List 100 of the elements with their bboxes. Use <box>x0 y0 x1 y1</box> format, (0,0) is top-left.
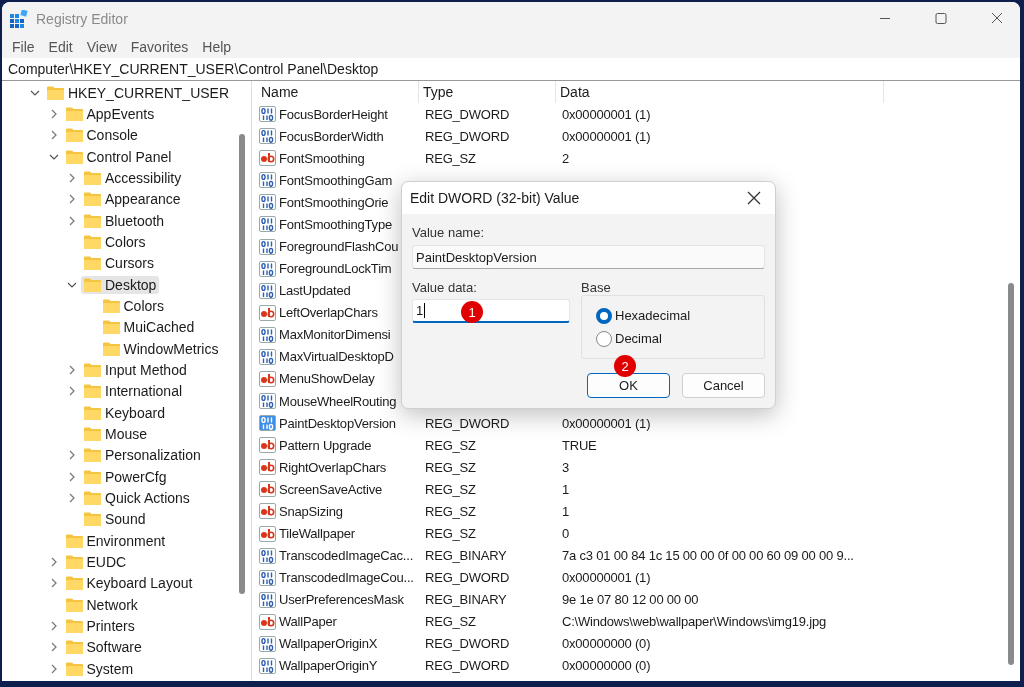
folder-icon <box>84 170 101 185</box>
radio-label[interactable]: Hexadecimal <box>615 308 691 323</box>
menu-item[interactable]: File <box>5 38 42 55</box>
table-cell: UserPreferencesMask <box>279 592 404 608</box>
table-cell: WallPaper <box>279 614 337 630</box>
step-badge: 1 <box>461 301 483 323</box>
table-cell: 9e 1e 07 80 12 00 00 00 <box>562 592 699 608</box>
radio-button[interactable] <box>596 307 612 324</box>
tree-item[interactable]: Printers <box>62 616 138 635</box>
close-icon[interactable] <box>745 189 763 207</box>
tree-item[interactable]: Network <box>62 595 141 614</box>
table-cell: 0x00000001 (1) <box>562 570 651 586</box>
field-label: Value data: <box>412 278 478 297</box>
table-cell: MouseWheelRouting <box>279 393 397 409</box>
tree-item[interactable]: Control Panel <box>62 147 175 166</box>
value-name-field[interactable]: PaintDesktopVersion <box>412 245 765 269</box>
tree-item[interactable]: Personalization <box>81 446 204 465</box>
table-cell: ForegroundFlashCou <box>279 239 399 254</box>
group-label: Base <box>581 278 612 297</box>
folder-icon <box>84 512 101 527</box>
tree-item[interactable]: Mouse <box>81 424 151 443</box>
tree-item[interactable]: PowerCfg <box>81 467 170 486</box>
tree-item[interactable]: Sound <box>81 510 149 529</box>
tree-item[interactable]: HKEY_CURRENT_USER <box>44 83 233 102</box>
field-label: Value name: <box>412 223 486 242</box>
table-cell: REG_SZ <box>425 503 476 519</box>
folder-icon <box>65 533 83 548</box>
table-cell: FontSmoothingType <box>279 216 392 232</box>
folder-icon <box>84 362 101 377</box>
folder-icon <box>84 448 101 463</box>
table-cell: MenuShowDelay <box>279 371 375 387</box>
tree-item[interactable]: Input Method <box>81 360 190 379</box>
table-cell: WallpaperOriginY <box>279 658 378 674</box>
folder-icon <box>84 277 101 292</box>
dialog-button[interactable]: OK <box>587 373 670 398</box>
table-cell: REG_SZ <box>425 481 476 497</box>
table-cell: MaxVirtualDesktopD <box>279 349 394 365</box>
menu-item[interactable]: Edit <box>41 38 80 55</box>
value-data-field[interactable]: 1 1 <box>412 299 570 323</box>
folder-icon <box>65 576 83 591</box>
table-cell: ForegroundLockTim <box>279 261 392 277</box>
radio-button[interactable] <box>596 330 612 347</box>
table-cell: 2 <box>562 150 570 166</box>
dialog-title: Edit DWORD (32-bit) Value <box>410 190 580 206</box>
tree-item[interactable]: Desktop <box>81 275 160 294</box>
table-cell: LeftOverlapChars <box>279 305 378 321</box>
tree-item[interactable]: Bluetooth <box>81 211 168 230</box>
folder-icon <box>65 618 83 633</box>
app-icon <box>10 9 28 28</box>
tree-item[interactable]: Colors <box>81 232 149 251</box>
address-bar[interactable]: Computer\HKEY_CURRENT_USER\Control Panel\Desktop <box>2 58 1020 81</box>
menu-item[interactable]: Favorites <box>123 38 196 55</box>
tree-item[interactable]: Cursors <box>81 254 157 273</box>
dialog-button[interactable]: Cancel <box>682 373 765 398</box>
table-cell: REG_BINARY <box>425 592 507 608</box>
table-cell: C:\Windows\web\wallpaper\Windows\img19.jpg <box>562 614 826 630</box>
tree-item[interactable]: WindowMetrics <box>99 339 222 358</box>
folder-icon <box>84 426 101 441</box>
table-cell: FontSmoothingGam <box>279 172 393 188</box>
tree-item[interactable]: Accessibility <box>81 168 185 187</box>
scrollbar-thumb[interactable] <box>239 134 245 594</box>
table-cell: 7a c3 01 00 84 1c 15 00 00 0f 00 00 60 09 00 00 9... <box>562 548 854 564</box>
table-cell: REG_BINARY <box>425 548 507 564</box>
table-cell: REG_DWORD <box>425 128 510 144</box>
scrollbar-thumb[interactable] <box>1008 283 1014 665</box>
folder-icon <box>84 192 101 207</box>
table-cell: Pattern Upgrade <box>279 437 372 453</box>
tree-item[interactable]: Quick Actions <box>81 488 193 507</box>
folder-icon <box>84 405 101 420</box>
tree-item[interactable]: AppEvents <box>62 105 158 123</box>
tree-item[interactable]: Keyboard Layout <box>62 574 196 593</box>
radio-label[interactable]: Decimal <box>615 331 662 346</box>
folder-icon <box>84 256 101 271</box>
folder-icon <box>65 661 83 676</box>
table-cell: ScreenSaveActive <box>279 481 383 497</box>
tree-item[interactable]: System <box>62 659 137 678</box>
tree-item[interactable]: Console <box>62 126 141 145</box>
table-cell: 0x00000001 (1) <box>562 415 651 431</box>
folder-icon <box>84 213 101 228</box>
folder-icon <box>65 128 83 143</box>
tree-item[interactable]: Environment <box>62 531 169 550</box>
table-cell: REG_SZ <box>425 526 476 541</box>
tree-item[interactable]: MuiCached <box>99 318 198 337</box>
table-cell: WallpaperOriginX <box>279 636 378 652</box>
column-header[interactable]: Type <box>419 81 556 103</box>
folder-icon <box>65 640 83 655</box>
table-cell: 1 <box>562 503 570 519</box>
column-header[interactable]: Name <box>257 81 419 103</box>
tree-item[interactable]: Colors <box>99 296 167 315</box>
menu-item[interactable]: View <box>79 38 124 55</box>
column-header[interactable]: Data <box>556 81 884 103</box>
table-cell: FocusBorderWidth <box>279 128 384 144</box>
tree-item[interactable]: Software <box>62 638 145 657</box>
table-cell: TranscodedImageCou... <box>279 570 414 586</box>
tree-item[interactable]: Appearance <box>81 190 184 209</box>
tree-item[interactable]: International <box>81 382 186 401</box>
tree-item[interactable]: Keyboard <box>81 403 168 422</box>
menu-item[interactable]: Help <box>195 38 239 55</box>
folder-icon <box>102 298 120 313</box>
tree-item[interactable]: EUDC <box>62 552 130 571</box>
